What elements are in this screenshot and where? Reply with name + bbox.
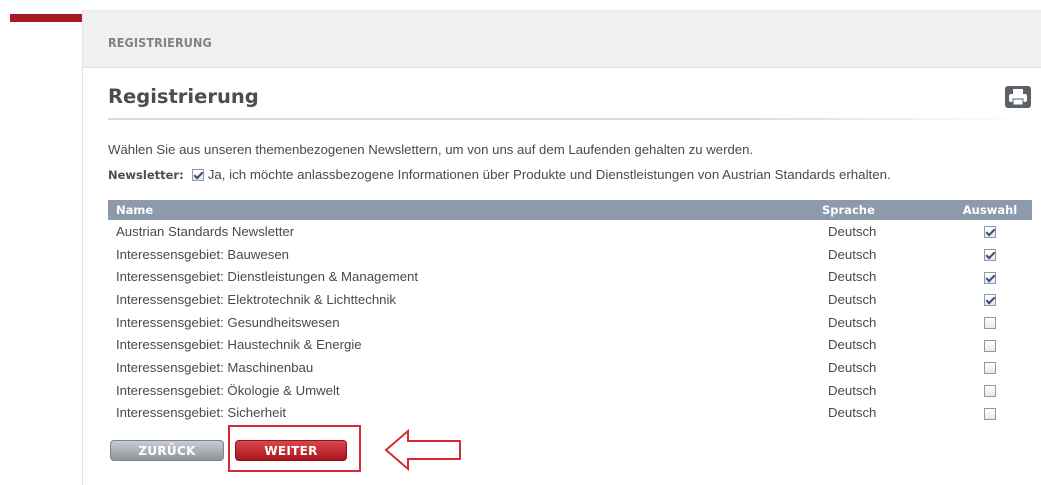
newsletter-name: Interessensgebiet: Gesundheitswesen [116, 314, 340, 330]
newsletter-selection-cell [948, 379, 1032, 402]
newsletter-name: Interessensgebiet: Bauwesen [116, 246, 290, 262]
table-row: Interessensgebiet: Haustechnik & Energie… [108, 333, 1032, 356]
newsletter-selection-cell [948, 243, 1032, 266]
print-button[interactable] [1005, 86, 1031, 108]
newsletter-checkbox[interactable] [984, 294, 996, 307]
newsletter-selection-cell [948, 333, 1032, 356]
newsletter-checkbox[interactable] [984, 385, 996, 398]
column-header-language: Sprache [814, 200, 948, 220]
newsletter-optin-text: Ja, ich möchte anlassbezogene Informatio… [207, 167, 891, 182]
newsletter-checkbox[interactable] [984, 339, 996, 352]
newsletter-checkbox[interactable] [984, 362, 996, 375]
table-row: Interessensgebiet: Ökologie & Umwelt Deut… [108, 379, 1032, 402]
newsletter-language: Deutsch [828, 359, 877, 375]
newsletter-optin-row: Newsletter: Ja, ich möchte anlassbezogen… [108, 167, 891, 182]
content-left-border [82, 10, 83, 485]
table-row: Interessensgebiet: Sicherheit Deutsch [108, 402, 1032, 425]
newsletter-selection-cell [948, 356, 1032, 379]
left-arrow-icon [384, 428, 461, 472]
intro-text: Wählen Sie aus unseren themenbezogenen N… [108, 142, 754, 157]
column-header-name: Name [108, 200, 814, 220]
table-row: Interessensgebiet: Bauwesen Deutsch [108, 243, 1032, 266]
newsletter-name: Interessensgebiet: Haustechnik & Energie [116, 337, 362, 353]
print-icon [1009, 89, 1027, 106]
table-row: Interessensgebiet: Gesundheitswesen Deuts… [108, 311, 1032, 334]
page-title: Registrierung [108, 85, 259, 108]
newsletter-language: Deutsch [828, 337, 877, 353]
newsletter-language: Deutsch [828, 291, 877, 307]
breadcrumb: REGISTRIERUNG [108, 35, 212, 50]
newsletter-table: Name Sprache Auswahl Austrian Standards … [108, 200, 1032, 424]
newsletter-name: Interessensgebiet: Ökologie & Umwelt [116, 382, 340, 398]
newsletter-selection-cell [948, 288, 1032, 311]
newsletter-name: Interessensgebiet: Dienstleistungen & Ma… [116, 269, 419, 285]
newsletter-selection-cell [948, 311, 1032, 334]
newsletter-optin-checkbox[interactable] [191, 168, 204, 181]
newsletter-checkbox[interactable] [984, 226, 996, 239]
table-row: Interessensgebiet: Maschinenbau Deutsch [108, 356, 1032, 379]
newsletter-selection-cell [948, 220, 1032, 243]
table-row: Interessensgebiet: Elektrotechnik & Lich… [108, 288, 1032, 311]
newsletter-name: Austrian Standards Newsletter [116, 223, 295, 239]
newsletter-language: Deutsch [828, 223, 877, 239]
newsletter-language: Deutsch [828, 314, 877, 330]
annotation-highlight-box [228, 425, 361, 472]
back-button[interactable]: ZURÜCK [110, 440, 224, 461]
newsletter-name: Interessensgebiet: Maschinenbau [116, 359, 314, 375]
newsletter-name: Interessensgebiet: Sicherheit [116, 405, 287, 421]
newsletter-checkbox[interactable] [984, 249, 996, 262]
newsletter-checkbox[interactable] [984, 271, 996, 284]
table-header-row: Name Sprache Auswahl [108, 200, 1032, 220]
column-header-selection: Auswahl [948, 200, 1032, 220]
newsletter-name: Interessensgebiet: Elektrotechnik & Lich… [116, 291, 397, 307]
newsletter-checkbox[interactable] [984, 407, 996, 420]
breadcrumb-bar: REGISTRIERUNG [83, 11, 1041, 68]
title-divider [108, 118, 1028, 120]
newsletter-language: Deutsch [828, 405, 877, 421]
newsletter-language: Deutsch [828, 246, 877, 262]
newsletter-checkbox[interactable] [984, 317, 996, 330]
newsletter-language: Deutsch [828, 269, 877, 285]
newsletter-selection-cell [948, 402, 1032, 425]
brand-accent-bar [10, 14, 82, 22]
newsletter-language: Deutsch [828, 382, 877, 398]
table-row: Interessensgebiet: Dienstleistungen & Ma… [108, 265, 1032, 288]
newsletter-selection-cell [948, 265, 1032, 288]
newsletter-label: Newsletter: [108, 167, 184, 182]
table-row: Austrian Standards Newsletter Deutsch [108, 220, 1032, 243]
